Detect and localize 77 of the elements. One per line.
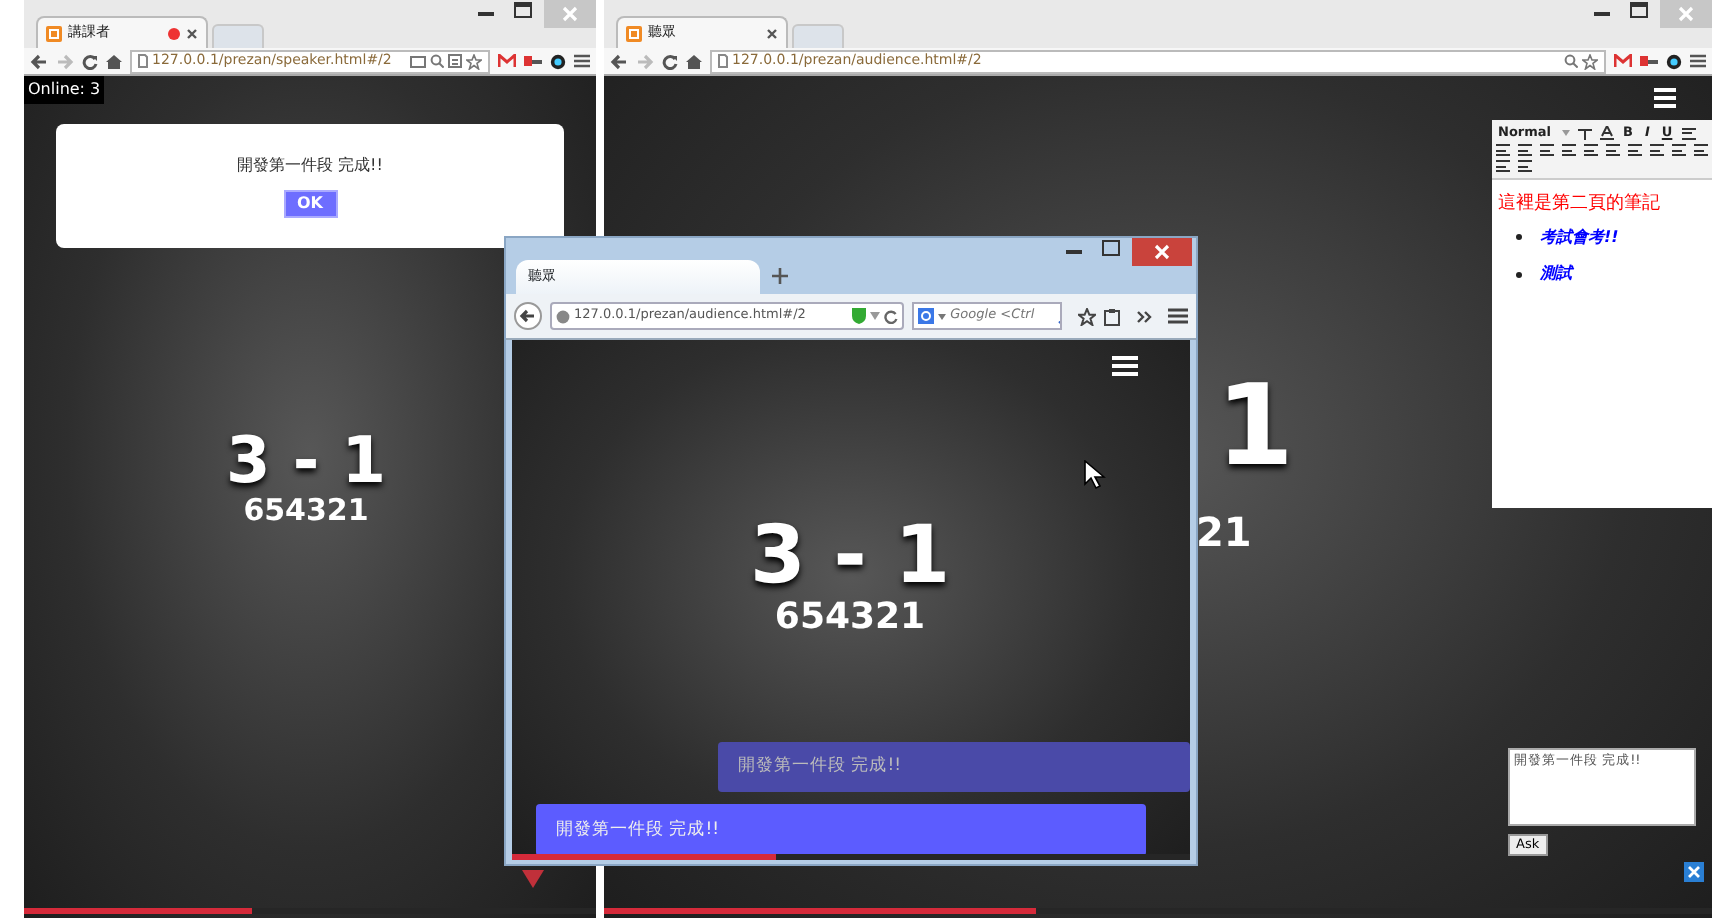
star-icon[interactable]: [466, 53, 482, 69]
down-arrow-icon[interactable]: [522, 870, 544, 888]
formatting-icon[interactable]: [1540, 144, 1554, 156]
plus-icon[interactable]: [772, 268, 788, 284]
notes-heading: 這裡是第二頁的筆記: [1498, 192, 1662, 218]
caret-icon[interactable]: [1561, 130, 1569, 136]
bullet-icon: [1516, 271, 1522, 278]
formatting-icon[interactable]: [1584, 144, 1598, 156]
menu-icon[interactable]: [1112, 356, 1138, 376]
font-color-icon[interactable]: [1599, 126, 1613, 140]
formatting-icon[interactable]: [1672, 144, 1686, 156]
formatting-icon[interactable]: [1496, 144, 1510, 156]
close-icon: [562, 6, 578, 22]
back-icon[interactable]: [30, 53, 48, 69]
notes-bullet: 測試: [1540, 263, 1572, 285]
formatting-icon[interactable]: [1606, 144, 1620, 156]
formatting-icon[interactable]: [1650, 144, 1664, 156]
close-icon[interactable]: [766, 27, 778, 39]
formatting-icon[interactable]: [1518, 144, 1532, 156]
back-icon[interactable]: [610, 53, 628, 69]
mail-icon[interactable]: [1614, 54, 1632, 68]
maximize-icon[interactable]: [1096, 238, 1124, 258]
formatting-icon[interactable]: [1694, 144, 1708, 156]
menu-icon[interactable]: [1168, 308, 1188, 324]
formatting-icon[interactable]: [1518, 160, 1532, 172]
maximize-icon[interactable]: [508, 0, 536, 20]
formatting-icon[interactable]: [1628, 144, 1642, 156]
home-icon[interactable]: [106, 53, 122, 69]
menu-icon[interactable]: [574, 54, 590, 68]
search-icon[interactable]: [430, 54, 444, 68]
page-icon: [718, 54, 728, 68]
star-icon[interactable]: [1078, 307, 1096, 325]
chat-message: 開發第一件段 完成!!: [718, 742, 1190, 792]
maximize-icon[interactable]: [1624, 0, 1652, 20]
star-icon[interactable]: [1582, 53, 1598, 69]
mouse-pointer-icon: [1084, 460, 1106, 490]
search-engine-icon[interactable]: [918, 308, 935, 324]
dropdown-icon[interactable]: [938, 313, 947, 319]
formatting-icon[interactable]: [1496, 160, 1510, 172]
clipboard-icon[interactable]: [1104, 307, 1120, 325]
chevrons-icon[interactable]: [1136, 309, 1152, 323]
slide-subtitle: 654321: [243, 496, 369, 526]
print-icon[interactable]: [410, 54, 426, 68]
notes-bullet: 考試會考!!: [1540, 227, 1619, 248]
slide-subtitle: 654321: [774, 600, 926, 636]
slide-subtitle-fragment: 21: [1196, 512, 1252, 552]
menu-icon[interactable]: [1654, 88, 1676, 108]
online-count: Online: 3: [24, 76, 105, 104]
slides-icon: [626, 25, 642, 41]
formatting-icon[interactable]: [1682, 127, 1697, 139]
menu-icon[interactable]: [1690, 54, 1706, 68]
close-icon[interactable]: [186, 27, 198, 39]
record-icon: [168, 27, 180, 39]
chat-message: 開發第一件段 完成!!: [536, 804, 1146, 856]
close-icon: [1154, 244, 1170, 260]
bullet-icon: [1516, 234, 1522, 241]
mail-icon[interactable]: [498, 54, 516, 68]
font-size-icon[interactable]: [1577, 127, 1591, 139]
formatting-icon[interactable]: [1562, 144, 1576, 156]
search-icon[interactable]: [1564, 54, 1578, 68]
close-icon: [1678, 6, 1694, 22]
shield-icon[interactable]: [852, 308, 867, 324]
page-icon: [138, 54, 148, 68]
ok-button[interactable]: OK: [283, 189, 337, 219]
reload-icon[interactable]: [884, 309, 899, 323]
close-button[interactable]: [1132, 238, 1192, 266]
slide-title: 3 - 1: [225, 428, 387, 492]
reload-icon[interactable]: [662, 53, 678, 69]
document-icon[interactable]: [448, 54, 462, 68]
slides-icon: [46, 25, 62, 41]
slide-title: 3 - 1: [749, 516, 951, 596]
slide-title-fragment: 1: [1216, 372, 1294, 484]
dialog-message: 開發第一件段 完成!!: [237, 153, 383, 178]
back-icon[interactable]: [514, 302, 542, 330]
reload-icon[interactable]: [82, 53, 98, 69]
home-icon[interactable]: [686, 53, 702, 69]
dropdown-icon[interactable]: [870, 312, 881, 320]
